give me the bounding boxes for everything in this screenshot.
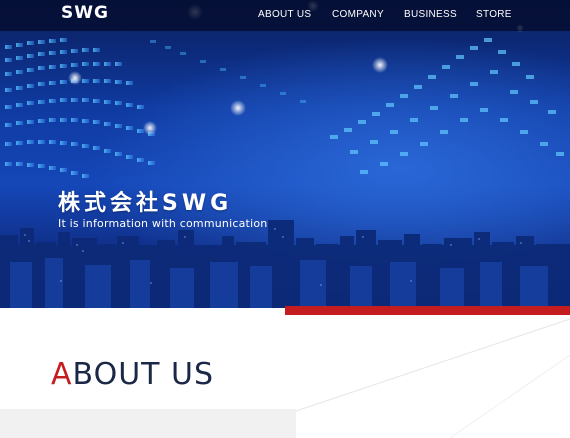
about-heading-initial: A [51, 357, 73, 392]
about-heading-rest: BOUT US [72, 357, 215, 392]
hero-title: 株式会社SWG [58, 191, 233, 216]
content-panel [0, 409, 296, 438]
about-us-heading: ABOUT US [51, 357, 214, 392]
nav-link-store[interactable]: STORE [476, 9, 512, 20]
hero-section: SWG ABOUT US COMPANY BUSINESS STORE 株式会社… [0, 0, 570, 308]
nav-link-company[interactable]: COMPANY [332, 9, 384, 20]
nav-link-about-us[interactable]: ABOUT US [258, 9, 311, 20]
top-navigation-bar: SWG ABOUT US COMPANY BUSINESS STORE [0, 0, 570, 31]
nav-link-business[interactable]: BUSINESS [404, 9, 457, 20]
hero-subtitle: It is information with communication [58, 217, 268, 230]
main-nav: ABOUT US COMPANY BUSINESS STORE [0, 9, 570, 23]
accent-bar [285, 306, 570, 315]
hero-background-image [0, 0, 570, 308]
